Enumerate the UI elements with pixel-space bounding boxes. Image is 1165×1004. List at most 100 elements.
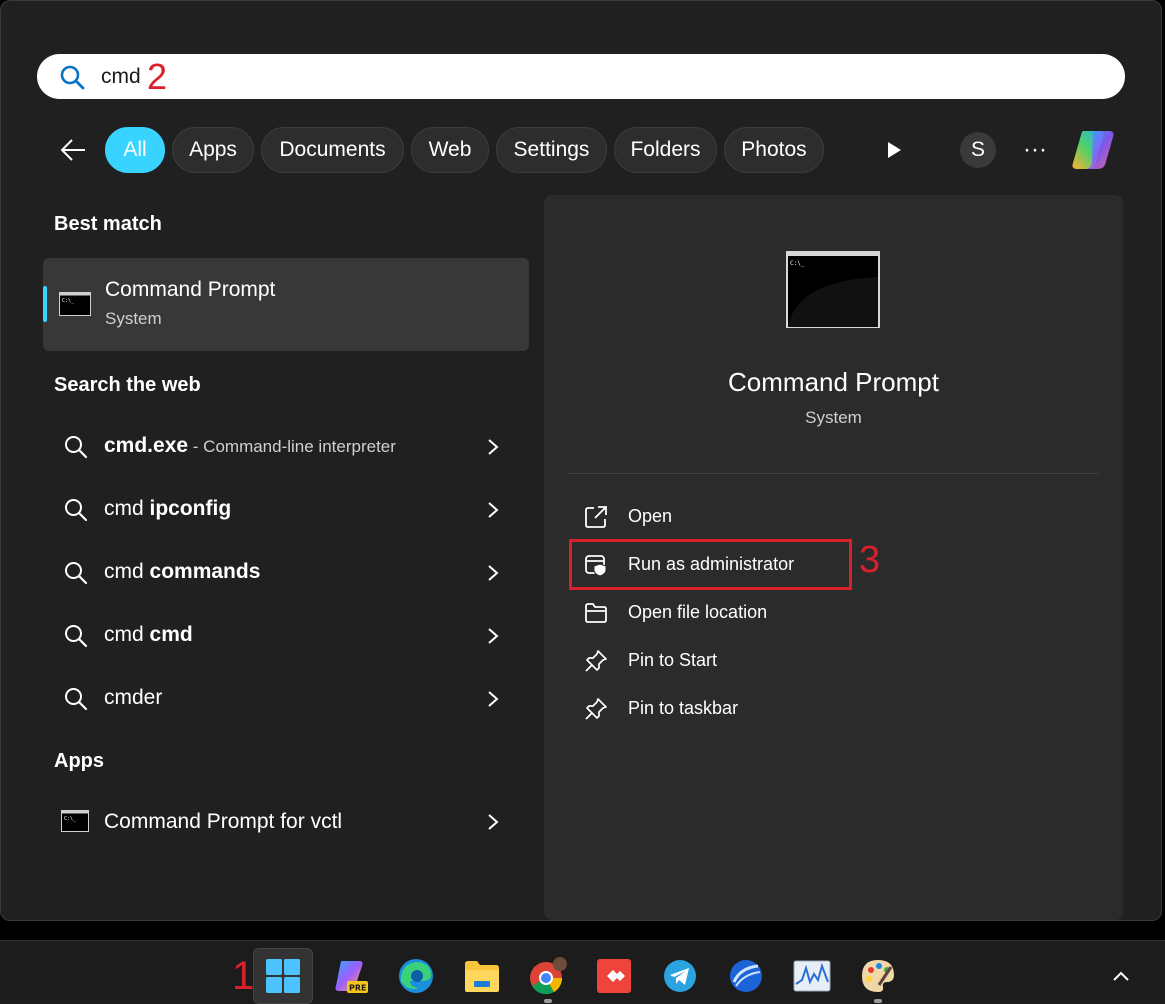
filter-documents[interactable]: Documents [261, 127, 404, 173]
step-marker-2: 2 [147, 56, 168, 97]
copilot-pre-app[interactable]: PRE [320, 948, 380, 1004]
search-query[interactable]: cmd [101, 65, 141, 89]
selection-indicator [43, 286, 47, 322]
palette-icon [862, 960, 894, 992]
app-result-item[interactable]: C:\_ Command Prompt for vctl [43, 797, 529, 847]
chevron-right-icon [488, 502, 499, 518]
open-action[interactable]: Open [580, 497, 880, 537]
pin-to-taskbar-action[interactable]: Pin to taskbar [580, 689, 880, 729]
apps-heading: Apps [54, 750, 104, 772]
action-label: Open file location [628, 602, 768, 622]
detail-title: Command Prompt [728, 367, 939, 397]
best-match-title: Command Prompt [105, 278, 276, 301]
windows-logo-icon [266, 959, 300, 993]
web-result-prefix: cmd [104, 497, 150, 520]
start-search-panel: cmd 2 All Apps Documents Web Settings Fo… [0, 0, 1162, 921]
pin-to-start-action[interactable]: Pin to Start [580, 641, 880, 681]
chevron-right-icon [488, 439, 499, 455]
account-avatar[interactable]: S [960, 132, 996, 168]
web-result-term: commands [149, 560, 261, 583]
search-icon [65, 499, 88, 522]
detail-subtitle: System [805, 408, 862, 427]
best-match-item[interactable]: C:\_ Command Prompt System [43, 258, 529, 351]
step-marker-3: 3 [859, 539, 881, 581]
search-web-heading: Search the web [54, 374, 201, 396]
web-result-term: cmd [149, 623, 193, 646]
web-result-term: ipconfig [149, 497, 232, 520]
back-button[interactable] [53, 131, 93, 169]
web-result-item[interactable]: cmd cmd [43, 608, 529, 664]
filter-settings[interactable]: Settings [496, 127, 607, 173]
search-icon [65, 562, 88, 585]
running-indicator [874, 999, 882, 1003]
command-prompt-icon: C:\_ [59, 292, 91, 316]
search-icon [65, 625, 88, 648]
chevron-right-icon [488, 814, 499, 830]
edge-icon [399, 959, 433, 993]
more-filters-button[interactable] [877, 133, 911, 167]
telegram-icon [664, 960, 696, 992]
filter-apps[interactable]: Apps [172, 127, 254, 173]
action-label: Pin to taskbar [628, 698, 739, 718]
running-indicator [544, 999, 552, 1003]
web-result-description: - Command-line interpreter [188, 437, 396, 456]
svg-text:PRE: PRE [349, 984, 367, 993]
web-result-item[interactable]: cmd commands [43, 545, 529, 601]
pin-icon [585, 650, 607, 672]
web-result-item[interactable]: cmd.exe - Command-line interpreter [43, 419, 529, 475]
start-button[interactable] [253, 948, 313, 1004]
filter-web[interactable]: Web [411, 127, 489, 173]
highlight-annotation [569, 539, 852, 590]
copilot-icon[interactable] [1069, 127, 1117, 173]
search-icon [65, 688, 88, 711]
pin-icon [585, 698, 607, 720]
chevron-right-icon [488, 628, 499, 644]
filter-photos[interactable]: Photos [724, 127, 824, 173]
chevron-right-icon [488, 565, 499, 581]
more-options-button[interactable]: ··· [1017, 134, 1053, 166]
anydesk-app[interactable] [584, 948, 644, 1004]
action-label: Open [628, 506, 673, 526]
svg-text:C:\_: C:\_ [790, 260, 805, 267]
search-box[interactable]: cmd 2 [37, 54, 1125, 99]
web-result-term: cmd.exe [104, 434, 189, 457]
web-result-prefix: cmder [104, 686, 163, 709]
filter-all[interactable]: All [105, 127, 165, 173]
chrome-browser[interactable] [518, 948, 578, 1004]
play-icon [888, 142, 901, 158]
svg-text:C:\_: C:\_ [62, 298, 75, 304]
web-result-prefix: cmd [104, 560, 150, 583]
chrome-icon [530, 957, 567, 995]
command-prompt-icon: C:\_ [61, 810, 89, 832]
file-explorer[interactable] [452, 948, 512, 1004]
telegram-app[interactable] [650, 948, 710, 1004]
web-result-item[interactable]: cmder [43, 671, 529, 727]
performance-monitor-icon [793, 960, 831, 992]
show-hidden-icons-button[interactable] [1107, 962, 1135, 990]
divider [568, 473, 1099, 474]
step-marker-1: 1 [232, 954, 255, 998]
web-result-item[interactable]: cmd ipconfig [43, 482, 529, 538]
command-prompt-large-icon: C:\_ [786, 251, 880, 328]
folder-icon [465, 961, 499, 992]
search-icon [60, 65, 85, 90]
chevron-up-icon [1113, 971, 1129, 981]
browser-app[interactable] [716, 948, 776, 1004]
open-file-location-action[interactable]: Open file location [580, 593, 880, 633]
edge-browser[interactable] [386, 948, 446, 1004]
chevron-right-icon [488, 691, 499, 707]
copilot-pre-icon: PRE [335, 961, 368, 993]
browser-icon [730, 960, 762, 992]
search-icon [65, 436, 88, 459]
paint-app[interactable] [848, 948, 908, 1004]
svg-text:C:\_: C:\_ [64, 816, 77, 822]
best-match-heading: Best match [54, 213, 162, 235]
filter-folders[interactable]: Folders [614, 127, 717, 173]
app-result-title: Command Prompt for vctl [104, 810, 343, 833]
anydesk-icon [597, 959, 631, 993]
resource-monitor-app[interactable] [782, 948, 842, 1004]
back-arrow-icon [60, 139, 85, 161]
taskbar [0, 940, 1165, 1004]
web-result-prefix: cmd [104, 623, 150, 646]
best-match-subtitle: System [105, 309, 162, 328]
